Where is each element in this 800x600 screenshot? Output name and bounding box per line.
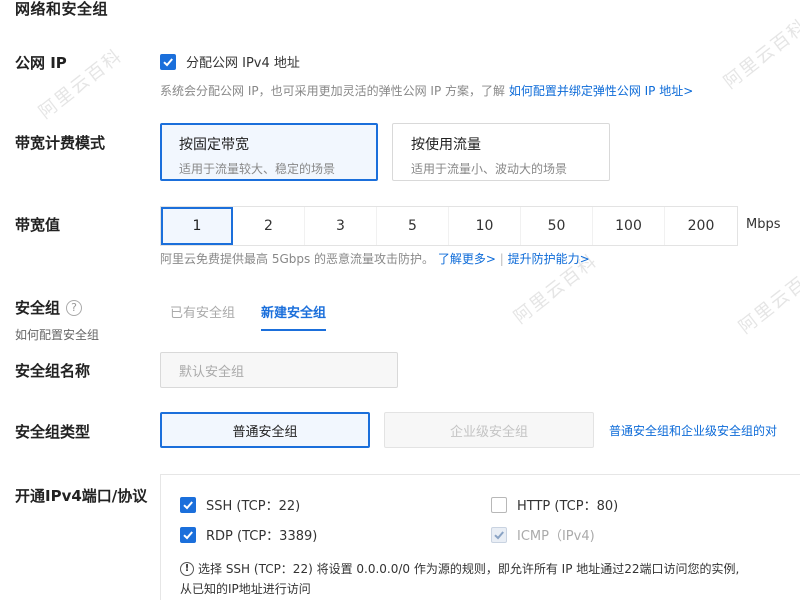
public-ip-help-text: 系统会分配公网 IP，也可采用更加灵活的弹性公网 IP 方案，了解 (160, 84, 505, 98)
info-circle-icon: ! (180, 562, 194, 576)
bandwidth-option-100[interactable]: 100 (593, 207, 665, 245)
watermark: 阿里云百科 (735, 260, 800, 339)
port-label: ICMP（IPv4) (517, 529, 595, 544)
port-label: HTTP (TCP：80) (517, 499, 619, 514)
port-item-ssh[interactable]: SSH (TCP：22) (180, 495, 300, 514)
security-group-label-row: 安全组 ? (15, 297, 83, 318)
billing-option-traffic[interactable]: 按使用流量 适用于流量小、波动大的场景 (392, 123, 610, 181)
billing-option-title: 按使用流量 (411, 137, 481, 153)
improve-protection-link[interactable]: 提升防护能力> (508, 252, 590, 266)
bandwidth-label: 带宽值 (15, 216, 61, 234)
ports-warning-text-2: 从已知的IP地址进行访问 (180, 582, 311, 596)
sg-type-compare-link[interactable]: 普通安全组和企业级安全组的对 (609, 422, 777, 439)
http-checkbox[interactable] (491, 496, 507, 513)
port-label: SSH (TCP：22) (206, 499, 301, 514)
tab-existing-security-group[interactable]: 已有安全组 (170, 302, 235, 331)
security-group-tabs: 已有安全组 新建安全组 (170, 302, 327, 331)
bandwidth-help: 阿里云免费提供最高 5Gbps 的恶意流量攻击防护。 了解更多> | 提升防护能… (160, 250, 590, 267)
billing-option-title: 按固定带宽 (179, 137, 249, 153)
bandwidth-help-text: 阿里云免费提供最高 5Gbps 的恶意流量攻击防护。 (160, 252, 435, 266)
ssh-checkbox[interactable] (180, 496, 196, 513)
public-ip-help: 系统会分配公网 IP，也可采用更加灵活的弹性公网 IP 方案，了解 如何配置并绑… (160, 82, 693, 99)
bandwidth-option-2[interactable]: 2 (233, 207, 305, 245)
ports-label: 开通IPv4端口/协议 (15, 487, 148, 505)
sg-type-enterprise-button[interactable]: 企业级安全组 (384, 412, 594, 448)
rdp-checkbox[interactable] (180, 526, 196, 543)
port-item-icmp: ICMP（IPv4) (491, 525, 595, 544)
ports-warning: ! 选择 SSH (TCP：22) 将设置 0.0.0.0/0 作为源的规则，即… (180, 559, 739, 599)
check-icon (494, 530, 504, 539)
port-label: RDP (TCP：3389) (206, 529, 318, 544)
check-icon (183, 530, 193, 539)
port-item-rdp[interactable]: RDP (TCP：3389) (180, 525, 317, 544)
bandwidth-selector: 1 2 3 5 10 50 100 200 (160, 206, 738, 246)
public-ip-label: 公网 IP (15, 54, 67, 72)
sg-type-label: 安全组类型 (15, 423, 91, 441)
public-ip-checkbox-label: 分配公网 IPv4 地址 (186, 56, 300, 71)
public-ip-checkbox[interactable] (160, 53, 176, 70)
billing-label: 带宽计费模式 (15, 134, 106, 152)
icmp-checkbox (491, 526, 507, 543)
billing-option-desc: 适用于流量小、波动大的场景 (411, 162, 568, 176)
bandwidth-unit: Mbps (746, 217, 781, 232)
public-ip-help-link[interactable]: 如何配置并绑定弹性公网 IP 地址> (509, 84, 693, 98)
ports-panel: SSH (TCP：22) HTTP (TCP：80) RDP (TCP：3389… (160, 474, 800, 600)
bandwidth-option-10[interactable]: 10 (449, 207, 521, 245)
billing-option-desc: 适用于流量较大、稳定的场景 (179, 162, 336, 176)
bandwidth-option-3[interactable]: 3 (305, 207, 377, 245)
billing-option-fixed[interactable]: 按固定带宽 适用于流量较大、稳定的场景 (160, 123, 378, 181)
sg-name-placeholder: 默认安全组 (179, 364, 245, 380)
ports-warning-line: ! 选择 SSH (TCP：22) 将设置 0.0.0.0/0 作为源的规则，即… (180, 559, 739, 579)
security-group-label: 安全组 (15, 299, 61, 317)
bandwidth-option-200[interactable]: 200 (665, 207, 737, 245)
watermark: 阿里云百科 (720, 15, 800, 94)
ports-warning-text-1: 选择 SSH (TCP：22) 将设置 0.0.0.0/0 作为源的规则，即允许… (198, 562, 740, 576)
link-separator: | (499, 252, 504, 266)
public-ip-checkbox-row[interactable]: 分配公网 IPv4 地址 (160, 52, 300, 71)
bandwidth-option-1[interactable]: 1 (161, 207, 233, 245)
sg-type-normal-button[interactable]: 普通安全组 (160, 412, 370, 448)
check-icon (163, 57, 173, 66)
port-item-http[interactable]: HTTP (TCP：80) (491, 495, 618, 514)
sg-name-label: 安全组名称 (15, 362, 91, 380)
check-icon (183, 500, 193, 509)
section-title: 网络和安全组 (15, 0, 109, 18)
question-circle-icon[interactable]: ? (66, 299, 83, 316)
tab-new-security-group[interactable]: 新建安全组 (261, 302, 327, 331)
sg-name-input[interactable]: 默认安全组 (160, 352, 398, 388)
bandwidth-option-50[interactable]: 50 (521, 207, 593, 245)
bandwidth-option-5[interactable]: 5 (377, 207, 449, 245)
security-group-help-link[interactable]: 如何配置安全组 (15, 326, 99, 343)
learn-more-link[interactable]: 了解更多> (438, 252, 496, 266)
